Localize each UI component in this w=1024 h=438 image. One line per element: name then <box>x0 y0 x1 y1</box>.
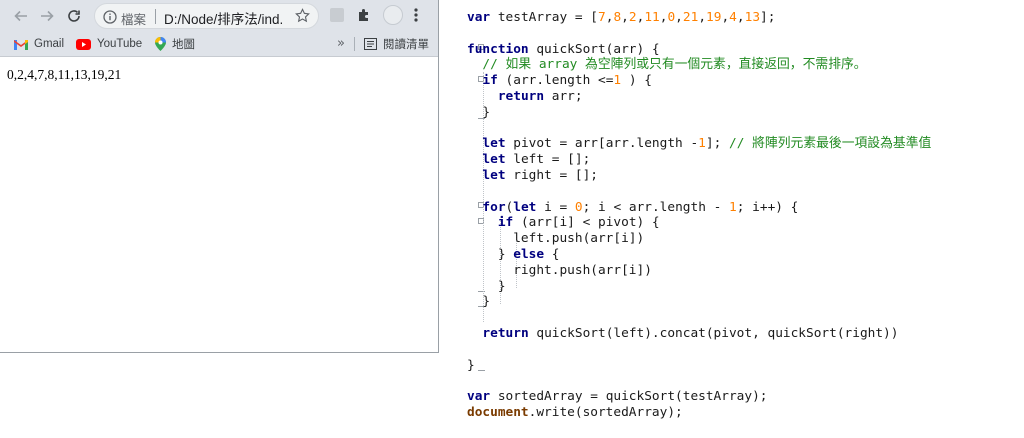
address-url[interactable]: D:/Node/排序法/ind... <box>164 8 284 28</box>
address-bar[interactable]: 檔案 D:/Node/排序法/ind... <box>94 3 319 29</box>
bookmark-label: 地圖 <box>172 39 195 51</box>
reading-list-label: 閱讀清單 <box>383 39 429 51</box>
code-line[interactable]: } <box>467 294 931 310</box>
code-line[interactable]: left.push(arr[i]) <box>467 231 931 247</box>
code-line[interactable]: function quickSort(arr) { <box>467 42 931 58</box>
bookmark-maps[interactable]: 地圖 <box>155 35 195 53</box>
code-line[interactable]: ​ <box>467 373 931 389</box>
code-line[interactable]: var testArray = [7,8,2,11,0,21,19,4,13]; <box>467 10 931 26</box>
puzzle-extensions-icon[interactable] <box>356 7 372 27</box>
browser-window: 檔案 D:/Node/排序法/ind... Gmail YouTube 地圖 »… <box>0 0 439 353</box>
code-line[interactable]: ​ <box>467 26 931 42</box>
bookmark-label: YouTube <box>97 38 143 50</box>
extension-icon[interactable] <box>330 8 344 22</box>
profile-avatar-icon[interactable] <box>383 5 403 25</box>
info-icon[interactable] <box>103 9 117 28</box>
bookmark-youtube[interactable]: YouTube <box>76 35 142 53</box>
code-line[interactable]: ​ <box>467 121 931 137</box>
gmail-icon <box>14 39 28 50</box>
bookmarks-bar: Gmail YouTube 地圖 » 閱讀清單 <box>0 32 438 57</box>
code-line[interactable]: if (arr[i] < pivot) { <box>467 215 931 231</box>
page-content: 0,2,4,7,8,11,13,19,21 <box>0 57 438 352</box>
reading-list-icon <box>364 38 377 50</box>
code-line[interactable]: ​ <box>467 342 931 358</box>
more-menu-icon[interactable] <box>414 7 418 27</box>
code-line[interactable]: ​ <box>467 310 931 326</box>
bookmark-label: Gmail <box>34 38 65 50</box>
code-line[interactable]: // 如果 array 為空陣列或只有一個元素，直接返回，不需排序。 <box>467 57 931 73</box>
code-editor[interactable]: var testArray = [7,8,2,11,0,21,19,4,13];… <box>445 0 1024 438</box>
sorted-output-text: 0,2,4,7,8,11,13,19,21 <box>7 67 122 82</box>
code-line[interactable]: } else { <box>467 247 931 263</box>
bookmarks-divider <box>354 37 355 51</box>
maps-icon <box>155 37 166 51</box>
code-line[interactable]: } <box>467 358 931 374</box>
code-line[interactable]: return quickSort(left).concat(pivot, qui… <box>467 326 931 342</box>
code-line[interactable]: } <box>467 105 931 121</box>
address-scheme-label: 檔案 <box>121 12 147 27</box>
code-line[interactable]: let right = []; <box>467 168 931 184</box>
code-line[interactable]: return arr; <box>467 89 931 105</box>
address-separator <box>155 9 156 24</box>
back-arrow-icon[interactable] <box>10 5 32 27</box>
code-line[interactable]: let left = []; <box>467 152 931 168</box>
code-line[interactable]: var sortedArray = quickSort(testArray); <box>467 389 931 405</box>
reading-list-button[interactable]: 閱讀清單 <box>364 35 429 53</box>
browser-toolbar: 檔案 D:/Node/排序法/ind... <box>0 0 438 32</box>
code-line[interactable]: for(let i = 0; i < arr.length - 1; i++) … <box>467 200 931 216</box>
code-line[interactable]: if (arr.length <=1 ) { <box>467 73 931 89</box>
bookmark-gmail[interactable]: Gmail <box>14 35 64 53</box>
source-code[interactable]: var testArray = [7,8,2,11,0,21,19,4,13];… <box>467 10 931 421</box>
code-line[interactable]: } <box>467 279 931 295</box>
code-line[interactable]: document.write(sortedArray); <box>467 405 931 421</box>
reload-icon[interactable] <box>63 5 85 27</box>
youtube-icon <box>76 38 91 50</box>
code-line[interactable]: right.push(arr[i]) <box>467 263 931 279</box>
bookmark-star-icon[interactable] <box>295 8 310 27</box>
code-line[interactable]: ​ <box>467 184 931 200</box>
code-line[interactable]: let pivot = arr[arr.length -1]; // 將陣列元素… <box>467 136 931 152</box>
bookmarks-overflow-chevron[interactable]: » <box>337 36 345 51</box>
forward-arrow-icon[interactable] <box>36 5 58 27</box>
